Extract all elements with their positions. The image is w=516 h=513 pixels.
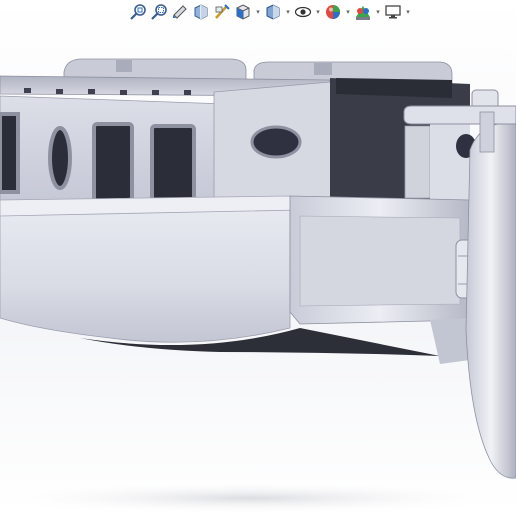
graphics-area[interactable]: ▾ ▾ ▾ ▾ ▾ ▾: [0, 0, 516, 513]
boat-model[interactable]: [0, 0, 516, 513]
